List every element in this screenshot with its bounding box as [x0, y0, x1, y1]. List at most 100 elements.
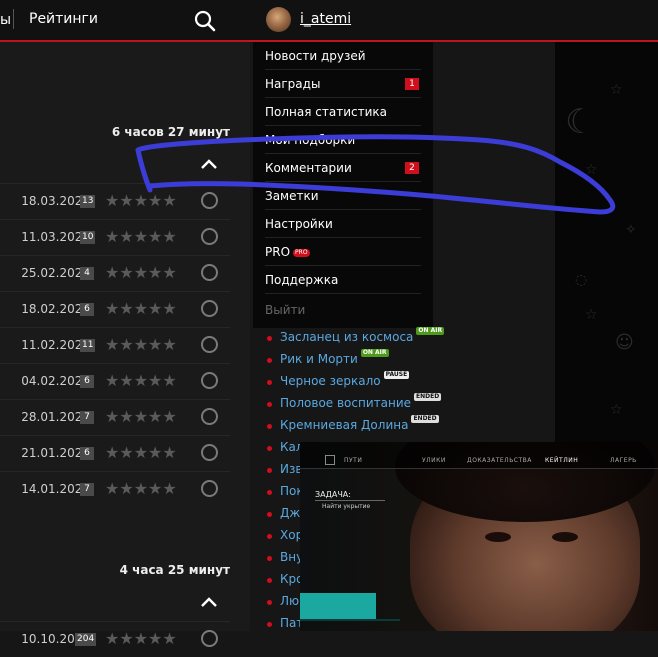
menu-item-label: Полная статистика [265, 105, 387, 119]
watched-checkbox[interactable] [201, 264, 218, 281]
watched-checkbox[interactable] [201, 300, 218, 317]
menu-item-label: Мои подборки [265, 133, 356, 147]
rating-stars[interactable]: ★★★★★ [105, 443, 177, 462]
star-icon: ☆ [585, 162, 598, 178]
bullet-icon [267, 600, 272, 605]
menu-item[interactable]: Выйти [265, 296, 421, 324]
nav-item-ratings[interactable]: Рейтинги [29, 11, 98, 27]
episode-row[interactable]: 14.01.2025 7 ★★★★★ [0, 471, 230, 507]
show-title-link[interactable]: Лю [280, 594, 299, 608]
watched-checkbox[interactable] [201, 444, 218, 461]
menu-item-label: Новости друзей [265, 49, 366, 63]
chevron-up-icon[interactable] [200, 158, 218, 170]
comment-count-badge[interactable]: 11 [80, 339, 96, 352]
top-navigation-bar: ы Рейтинги i_atemi [0, 0, 658, 42]
menu-item[interactable]: PRO PRO [265, 238, 421, 266]
episode-row[interactable]: 18.02.2025 6 ★★★★★ [0, 291, 230, 327]
comment-count-badge[interactable]: 6 [80, 447, 94, 460]
show-title-link[interactable]: Дж [280, 506, 300, 520]
episode-row[interactable]: 04.02.2025 6 ★★★★★ [0, 363, 230, 399]
episodes-panel: 6 часов 27 минут 18.03.2025 13 ★★★★★ 11.03.2… [0, 42, 250, 648]
comment-count-badge[interactable]: 4 [80, 267, 94, 280]
watched-checkbox[interactable] [201, 372, 218, 389]
watched-checkbox[interactable] [201, 480, 218, 497]
menu-item[interactable]: Заметки [265, 182, 421, 210]
bullet-icon [267, 446, 272, 451]
watched-checkbox[interactable] [201, 408, 218, 425]
rating-stars[interactable]: ★★★★★ [105, 407, 177, 426]
video-player[interactable]: ПУТИ УЛИКИ ДОКАЗАТЕЛЬСТВА КЕЙТЛИН ЛАГЕРЬ ЗАД… [300, 442, 658, 631]
episode-row[interactable]: 25.02.2025 4 ★★★★★ [0, 255, 230, 291]
menu-item[interactable]: Поддержка [265, 266, 421, 294]
notification-badge: 1 [405, 78, 419, 90]
comment-count-badge[interactable]: 6 [80, 303, 94, 316]
bullet-icon [267, 402, 272, 407]
comment-count-badge[interactable]: 7 [80, 483, 94, 496]
episode-row[interactable]: 11.02.2025 11 ★★★★★ [0, 327, 230, 363]
rating-stars[interactable]: ★★★★★ [105, 371, 177, 390]
rating-stars[interactable]: ★★★★★ [105, 629, 177, 648]
rating-stars[interactable]: ★★★★★ [105, 263, 177, 282]
avatar[interactable] [266, 7, 291, 32]
notification-badge: 2 [405, 162, 419, 174]
show-status-badge: PAUSE [383, 371, 410, 379]
pro-badge: PRO [293, 248, 310, 257]
episode-row[interactable]: 21.01.2025 6 ★★★★★ [0, 435, 230, 471]
show-status-badge: ENDED [411, 415, 439, 423]
search-icon[interactable] [194, 10, 216, 32]
moon-icon: ☾ [565, 102, 596, 142]
game-hud-tab: ПУТИ [344, 457, 363, 464]
menu-item[interactable]: Мои подборки [265, 126, 421, 154]
episode-row[interactable]: 28.01.2025 7 ★★★★★ [0, 399, 230, 435]
episode-row[interactable]: 11.03.2025 10 ★★★★★ [0, 219, 230, 255]
rating-stars[interactable]: ★★★★★ [105, 335, 177, 354]
hud-corner-icon [325, 455, 335, 465]
video-frame-eye [485, 532, 511, 542]
rating-stars[interactable]: ★★★★★ [105, 227, 177, 246]
episode-row[interactable]: 18.03.2025 13 ★★★★★ [0, 183, 230, 219]
comment-count-badge[interactable]: 13 [80, 195, 96, 208]
show-title-link[interactable]: Засланец из космоса ON AIR [280, 327, 445, 344]
menu-item-label: Настройки [265, 217, 333, 231]
show-status-badge: ENDED [414, 393, 442, 401]
show-title-link[interactable]: Половое воспитание ENDED [280, 393, 442, 410]
show-title-text: Кремниевая Долина [280, 418, 409, 432]
bullet-icon [267, 380, 272, 385]
rating-stars[interactable]: ★★★★★ [105, 479, 177, 498]
rating-stars[interactable]: ★★★★★ [105, 299, 177, 318]
show-title-link[interactable]: Рик и Морти ON AIR [280, 349, 389, 366]
username-link[interactable]: i_atemi [300, 11, 351, 27]
menu-item[interactable]: Награды 1 [265, 70, 421, 98]
watched-checkbox[interactable] [201, 630, 218, 647]
game-hud-panel [300, 593, 376, 619]
game-hud-tabs: ПУТИ УЛИКИ ДОКАЗАТЕЛЬСТВА КЕЙТЛИН ЛАГЕРЬ [300, 442, 658, 469]
star-icon: ☆ [610, 402, 623, 418]
comment-count-badge[interactable]: 204 [75, 633, 97, 646]
watched-checkbox[interactable] [201, 336, 218, 353]
bullet-icon [267, 556, 272, 561]
planet-icon: ◌ [575, 272, 588, 288]
show-title-link[interactable]: Черное зеркало PAUSE [280, 371, 410, 388]
menu-item[interactable]: Комментарии 2 [265, 154, 421, 182]
game-hud-tab: ЛАГЕРЬ [610, 457, 637, 464]
rating-stars[interactable]: ★★★★★ [105, 191, 177, 210]
star-icon: ☆ [585, 307, 598, 323]
comment-count-badge[interactable]: 6 [80, 375, 94, 388]
episode-row[interactable]: 10.10.2024 204 ★★★★★ [0, 621, 230, 657]
nav-item-truncated[interactable]: ы [0, 12, 11, 28]
menu-item[interactable]: Полная статистика [265, 98, 421, 126]
game-hud-tab: КЕЙТЛИН [545, 457, 579, 464]
menu-item[interactable]: Новости друзей [265, 42, 421, 70]
chevron-up-icon[interactable] [200, 596, 218, 608]
comment-count-badge[interactable]: 7 [80, 411, 94, 424]
game-hud-tab: УЛИКИ [422, 457, 446, 464]
menu-item[interactable]: Настройки [265, 210, 421, 238]
game-task-item: Найти укрытие [322, 503, 371, 510]
show-title-text: Черное зеркало [280, 374, 381, 388]
show-title-link[interactable]: Кремниевая Долина ENDED [280, 415, 439, 432]
watched-checkbox[interactable] [201, 228, 218, 245]
watched-checkbox[interactable] [201, 192, 218, 209]
season-duration: 4 часа 25 минут [119, 563, 230, 577]
game-hud-divider [300, 619, 400, 621]
comment-count-badge[interactable]: 10 [80, 231, 96, 244]
